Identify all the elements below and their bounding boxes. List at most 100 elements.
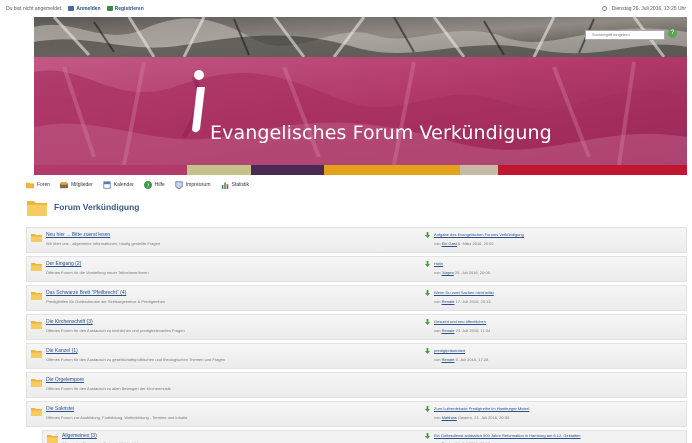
forum-title-link[interactable]: Neu hier ... Bitte zuerst lesen: [46, 232, 110, 238]
login-label[interactable]: Anmelden: [76, 6, 100, 12]
help-icon: ?: [143, 181, 152, 189]
forum-title-link[interactable]: Die Orgelempore: [46, 377, 84, 383]
forum-row[interactable]: Neu hier ... Bitte zuerst lesen Wir über …: [26, 227, 687, 253]
forum-title-link[interactable]: Das Schwarze Brett "Pfeilbrecht" (4): [46, 290, 126, 296]
nav-label: Statistik: [231, 182, 250, 188]
color-segment-olive: [187, 165, 251, 175]
last-post-meta: von Jürgen 25. Juli 2016, 20:08: [434, 270, 490, 275]
nav-label: Hilfe: [154, 182, 165, 188]
folder-icon: [31, 379, 42, 387]
last-post-by: von: [434, 328, 441, 333]
last-post-title-link[interactable]: Aufgabe des Evangelischen Forums Verkünd…: [434, 232, 524, 237]
last-post-title-link[interactable]: Wenn Du zwei Sachen nicht willst: [434, 290, 494, 295]
search-button[interactable]: ?: [668, 29, 677, 38]
last-post-meta: von Renate 24. Juli 2016, 11:34: [434, 328, 490, 333]
last-post-date: 24. Juli 2016, 11:34: [455, 328, 491, 333]
imprint-icon: [175, 181, 183, 189]
forum-title-link[interactable]: Allgemeines (3): [62, 433, 97, 439]
color-segment-orange: [324, 165, 460, 175]
forum-row[interactable]: Das Schwarze Brett "Pfeilbrecht" (4) Pred…: [26, 285, 687, 311]
forum-description: Offenes Forum für den Austausch zu gesel…: [46, 357, 226, 362]
last-post-author-link[interactable]: Renate: [442, 357, 455, 362]
color-segment-beige: [460, 165, 498, 175]
go-to-last-post-icon[interactable]: [425, 433, 430, 439]
forum-title-link[interactable]: Die Sakristei: [46, 406, 74, 412]
go-to-last-post-icon[interactable]: [425, 406, 430, 412]
folder-icon: [31, 263, 42, 271]
last-post-author-link[interactable]: Jürgen: [442, 270, 454, 275]
main-nav: Foren Mitglieder Kalender ? Hilfe Impres…: [26, 177, 687, 193]
last-post-meta: von Ein Gast 6. März 2016, 20:02: [434, 241, 494, 246]
folder-icon: [31, 234, 42, 242]
go-to-last-post-icon[interactable]: [425, 261, 430, 267]
last-post-meta: von Renate 5. Juli 2016, 17:28: [434, 357, 488, 362]
go-to-last-post-icon[interactable]: [425, 319, 430, 325]
statistics-icon: [221, 182, 228, 189]
site-title: Evangelisches Forum Verkündigung: [210, 122, 552, 144]
color-segment-magenta: [34, 165, 187, 175]
last-post-by: von: [434, 299, 441, 304]
nav-label: Kalender: [113, 182, 134, 188]
forum-description: Offenes Forum für die Vorstellung neuer …: [46, 270, 149, 275]
go-to-last-post-icon[interactable]: [425, 232, 430, 238]
last-post-by: von: [434, 415, 441, 420]
last-post-meta: von Renate 17. Juli 2016, 20:13: [434, 299, 491, 304]
color-segment-red: [498, 165, 687, 175]
nav-item-members[interactable]: Mitglieder: [60, 181, 93, 189]
forum-row[interactable]: Die Kirchenschrift (3) Offenes Forum für …: [26, 314, 687, 340]
page-heading: Forum Verkündigung: [26, 197, 139, 217]
register-link[interactable]: Registrieren: [106, 5, 144, 12]
last-post-author-link[interactable]: Renate: [442, 299, 455, 304]
go-to-last-post-icon[interactable]: [425, 348, 430, 354]
nav-item-calendar[interactable]: Kalender: [103, 181, 134, 189]
forum-title-link[interactable]: Die Kanzel (1): [46, 348, 78, 354]
forum-row[interactable]: Die Kanzel (1) Offenes Forum für den Aust…: [26, 343, 687, 369]
forum-description: Offenes Forum zur Ausbildung, Fortbildun…: [46, 415, 188, 420]
page-title: Forum Verkündigung: [54, 202, 140, 212]
current-datetime: Dienstag 26. Juli 2016, 13:25 Uhr: [611, 5, 686, 12]
forum-row[interactable]: Der Eingang (2) Offenes Forum für die Vor…: [26, 256, 687, 282]
nav-item-help[interactable]: ? Hilfe: [143, 181, 165, 189]
nav-label: Mitglieder: [71, 182, 93, 188]
login-link[interactable]: Anmelden: [68, 6, 101, 12]
forum-row[interactable]: Die Orgelempore Offenes Forum für den Aus…: [26, 372, 687, 398]
last-post-author-link[interactable]: Ein Gast: [442, 241, 457, 246]
last-post-by: von: [434, 357, 441, 362]
subforum-row[interactable]: Allgemeines (3)Allgemeine Fragen zur For…: [42, 430, 687, 443]
register-icon: [106, 5, 113, 11]
last-post-author-link[interactable]: Renate: [442, 328, 455, 333]
last-post-title-link[interactable]: predigtpräsentiert: [434, 348, 465, 353]
nav-label: Impressum: [185, 182, 211, 188]
go-to-last-post-icon[interactable]: [425, 290, 430, 296]
forum-title-link[interactable]: Der Eingang (2): [46, 261, 81, 267]
folder-icon: [27, 201, 47, 216]
last-post-by: von: [434, 270, 441, 275]
clock-icon: [601, 6, 607, 11]
register-label[interactable]: Registrieren: [115, 6, 144, 12]
login-status: Du bist nicht angemeldet.: [6, 5, 63, 12]
nav-item-forums[interactable]: Foren: [26, 181, 50, 189]
header-banner: Evangelisches Forum Verkündigung Suchbeg…: [34, 17, 687, 165]
folder-icon: [47, 435, 58, 443]
nav-item-imprint[interactable]: Impressum: [175, 181, 211, 189]
forum-row[interactable]: Die Sakristei Offenes Forum zur Ausbildun…: [26, 401, 687, 427]
forum-list: Neu hier ... Bitte zuerst lesen Wir über …: [26, 227, 687, 443]
search-input[interactable]: Suchbegriff eingeben: [585, 30, 665, 40]
folder-icon: [26, 182, 34, 189]
last-post-by: von: [434, 241, 441, 246]
last-post-title-link[interactable]: Gesucht und neu öffentlichen: [434, 319, 486, 324]
forum-description: Offenes Forum für den Austausch zu kirch…: [46, 328, 185, 333]
forum-title-link[interactable]: Die Kirchenschrift (3): [46, 319, 93, 325]
last-post-date: 17. Juli 2016, 20:13: [455, 299, 491, 304]
last-post-title-link[interactable]: Ein Gottesdienst anlässlich 500 Jahre Re…: [434, 433, 581, 438]
nav-item-statistics[interactable]: Statistik: [221, 181, 250, 189]
folder-icon: [31, 292, 42, 300]
forum-description: Offenes Forum für den Austausch zu allen…: [46, 386, 171, 391]
last-post-title-link[interactable]: Hallo: [434, 261, 443, 266]
last-post-title-link[interactable]: Zum Lutherdekade Predigtreihe im Hamburg…: [434, 406, 529, 411]
logo-dot: [194, 70, 204, 80]
last-post-author-link[interactable]: Matthias: [442, 415, 457, 420]
color-bar: [34, 165, 687, 175]
color-segment-purple: [251, 165, 324, 175]
svg-text:?: ?: [146, 183, 149, 189]
